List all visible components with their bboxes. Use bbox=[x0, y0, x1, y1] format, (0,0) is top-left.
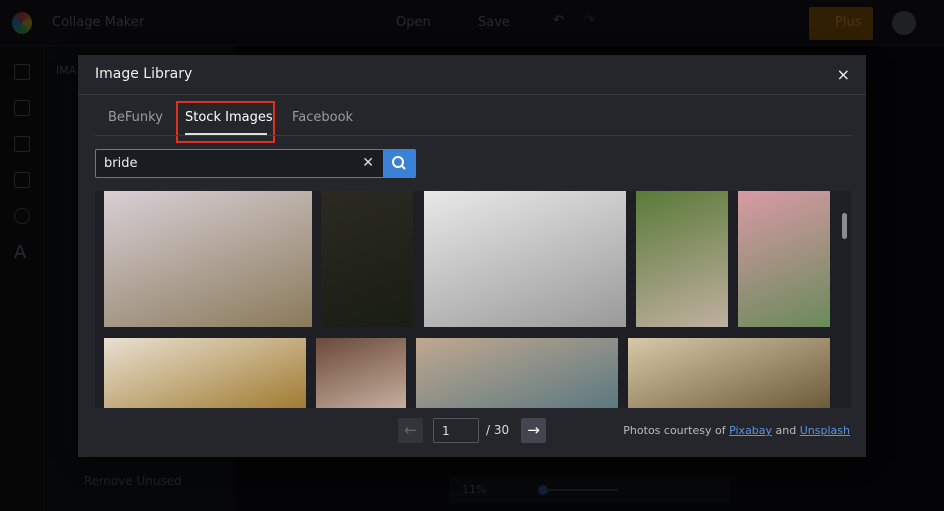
stock-image[interactable] bbox=[738, 191, 830, 327]
search-icon bbox=[392, 156, 406, 170]
tab-befunky[interactable]: BeFunky bbox=[108, 110, 163, 125]
stock-image[interactable] bbox=[104, 338, 306, 408]
stock-image[interactable] bbox=[321, 191, 413, 327]
stock-image[interactable] bbox=[424, 191, 626, 327]
divider bbox=[95, 135, 851, 136]
stock-image[interactable] bbox=[316, 338, 406, 408]
image-library-modal: Image Library × BeFunky Stock Images Fac… bbox=[78, 55, 866, 457]
modal-title: Image Library bbox=[95, 66, 193, 82]
clear-icon[interactable]: ✕ bbox=[362, 155, 374, 171]
credits-and: and bbox=[775, 424, 797, 437]
page-input[interactable]: 1 bbox=[433, 418, 479, 443]
unsplash-link[interactable]: Unsplash bbox=[800, 424, 850, 437]
pixabay-link[interactable]: Pixabay bbox=[729, 424, 772, 437]
search-field[interactable]: ✕ bbox=[95, 149, 384, 178]
close-icon[interactable]: × bbox=[837, 65, 850, 84]
stock-image[interactable] bbox=[636, 191, 728, 327]
credits-text: Photos courtesy of bbox=[623, 424, 726, 437]
stock-image[interactable] bbox=[628, 338, 830, 408]
image-grid bbox=[95, 191, 851, 408]
scrollbar[interactable] bbox=[842, 213, 847, 239]
search-button[interactable] bbox=[383, 149, 416, 178]
tab-facebook[interactable]: Facebook bbox=[292, 110, 353, 125]
divider bbox=[78, 94, 866, 95]
page-total: / 30 bbox=[486, 423, 510, 437]
stock-image[interactable] bbox=[416, 338, 618, 408]
photo-credits: Photos courtesy of Pixabay and Unsplash bbox=[623, 424, 850, 437]
highlight-box bbox=[176, 101, 275, 143]
prev-page-button[interactable]: ← bbox=[398, 418, 423, 443]
next-page-button[interactable]: → bbox=[521, 418, 546, 443]
stock-image[interactable] bbox=[104, 191, 312, 327]
search-input[interactable] bbox=[96, 150, 346, 177]
